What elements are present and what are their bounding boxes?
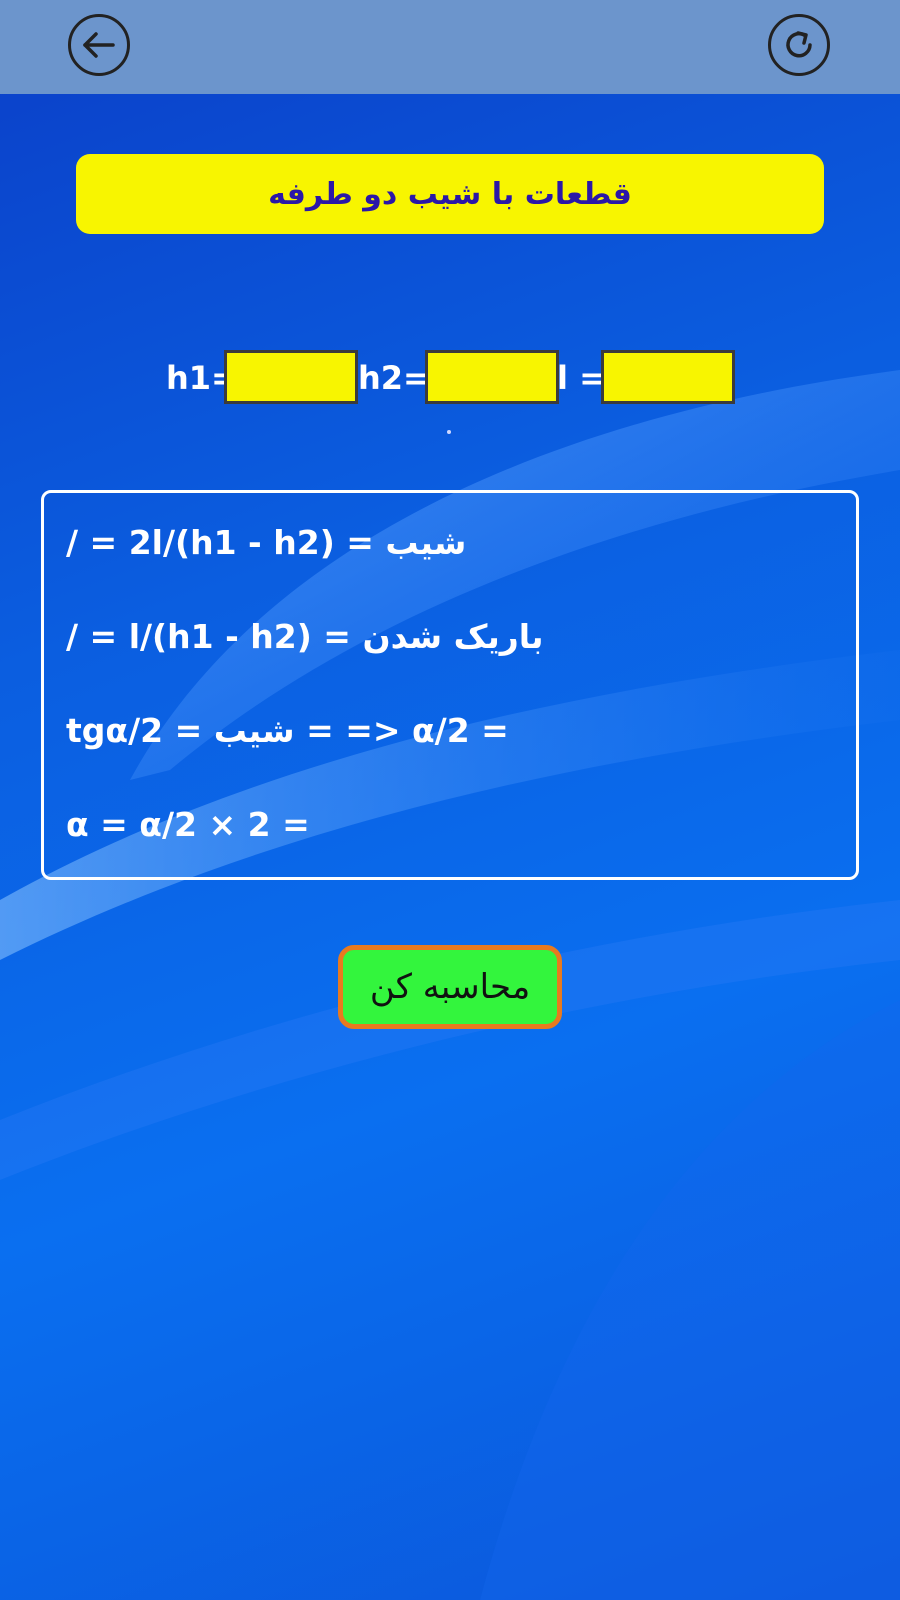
calculate-button[interactable]: محاسبه کن — [338, 945, 562, 1029]
results-panel: شیب = (h1 - h2)/2l = / باریک شدن = (h1 -… — [41, 490, 859, 880]
refresh-button[interactable] — [768, 14, 830, 76]
decorative-dot — [447, 430, 451, 434]
h2-label: h2= — [358, 359, 430, 397]
half-angle-result: tgα/2 = شیب = => α/2 = — [66, 711, 509, 750]
l-label: l = — [557, 359, 606, 397]
h2-input[interactable] — [425, 350, 559, 404]
top-bar — [0, 0, 900, 94]
calculate-button-label: محاسبه کن — [369, 967, 531, 1007]
arrow-left-icon — [83, 32, 115, 58]
back-button[interactable] — [68, 14, 130, 76]
taper-result: باریک شدن = (h1 - h2)/l = / — [66, 617, 544, 656]
l-input[interactable] — [601, 350, 735, 404]
refresh-icon — [786, 31, 812, 58]
title-banner: قطعات با شیب دو طرفه — [76, 154, 824, 234]
h1-input[interactable] — [224, 350, 358, 404]
app-screen: قطعات با شیب دو طرفه h1= h2= l = شیب = (… — [0, 0, 900, 1600]
page-title: قطعات با شیب دو طرفه — [268, 176, 632, 212]
slope-result: شیب = (h1 - h2)/2l = / — [66, 523, 467, 562]
angle-result: α = α/2 × 2 = — [66, 805, 310, 844]
